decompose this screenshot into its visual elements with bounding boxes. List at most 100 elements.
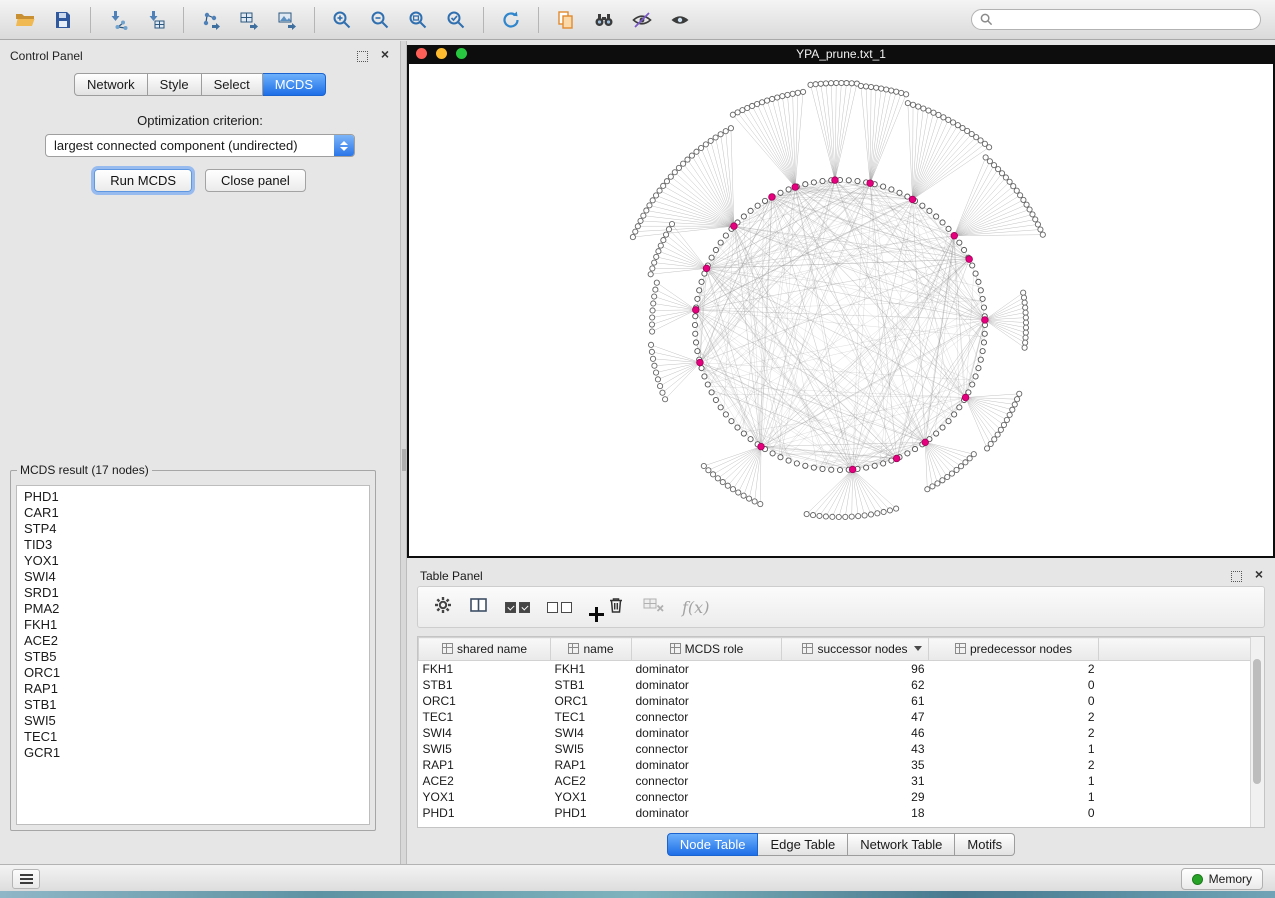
table-cell[interactable]: 61 bbox=[782, 693, 929, 709]
export-network-button[interactable] bbox=[192, 4, 230, 36]
zoom-fit-button[interactable] bbox=[399, 4, 437, 36]
annotation-mode-button[interactable] bbox=[623, 4, 661, 36]
table-cell[interactable]: 1 bbox=[929, 741, 1099, 757]
table-row[interactable]: ORC1ORC1dominator610 bbox=[419, 693, 1253, 709]
table-cell[interactable]: connector bbox=[632, 773, 782, 789]
mcds-result-item[interactable]: GCR1 bbox=[24, 745, 369, 761]
status-menu-button[interactable] bbox=[12, 869, 40, 889]
table-row[interactable]: SWI4SWI4dominator462 bbox=[419, 725, 1253, 741]
table-cell[interactable]: SWI4 bbox=[419, 725, 551, 741]
table-cell[interactable]: dominator bbox=[632, 757, 782, 773]
mcds-result-item[interactable]: STB5 bbox=[24, 649, 369, 665]
save-session-button[interactable] bbox=[44, 4, 82, 36]
table-cell[interactable]: connector bbox=[632, 789, 782, 805]
table-cell[interactable]: connector bbox=[632, 709, 782, 725]
export-image-button[interactable] bbox=[268, 4, 306, 36]
table-cell[interactable]: YOX1 bbox=[419, 789, 551, 805]
table-cell[interactable]: RAP1 bbox=[551, 757, 632, 773]
close-mcds-panel-button[interactable]: Close panel bbox=[205, 169, 306, 192]
divider-grip-icon[interactable] bbox=[402, 449, 406, 471]
memory-button[interactable]: Memory bbox=[1181, 868, 1263, 890]
table-cell[interactable]: PHD1 bbox=[551, 805, 632, 821]
table-scrollbar[interactable] bbox=[1250, 637, 1264, 827]
tab-node-table[interactable]: Node Table bbox=[667, 833, 759, 856]
show-hide-button[interactable] bbox=[661, 4, 699, 36]
table-cell[interactable]: SWI5 bbox=[551, 741, 632, 757]
tab-edge-table[interactable]: Edge Table bbox=[758, 833, 848, 856]
table-cell[interactable]: 2 bbox=[929, 757, 1099, 773]
table-cell[interactable]: PHD1 bbox=[419, 805, 551, 821]
mcds-result-item[interactable]: SWI5 bbox=[24, 713, 369, 729]
export-table-button[interactable] bbox=[230, 4, 268, 36]
table-cell[interactable]: dominator bbox=[632, 661, 782, 678]
table-cell[interactable]: connector bbox=[632, 741, 782, 757]
select-all-rows-button[interactable] bbox=[505, 602, 530, 613]
table-cell[interactable]: TEC1 bbox=[551, 709, 632, 725]
table-cell[interactable]: 0 bbox=[929, 677, 1099, 693]
sort-descending-icon[interactable] bbox=[914, 646, 922, 651]
table-cell[interactable]: 43 bbox=[782, 741, 929, 757]
tab-style[interactable]: Style bbox=[148, 73, 202, 96]
import-network-button[interactable] bbox=[99, 4, 137, 36]
mcds-result-list[interactable]: PHD1CAR1STP4TID3YOX1SWI4SRD1PMA2FKH1ACE2… bbox=[16, 485, 370, 825]
refresh-view-button[interactable] bbox=[492, 4, 530, 36]
tab-select[interactable]: Select bbox=[202, 73, 263, 96]
scrollbar-thumb[interactable] bbox=[1253, 659, 1261, 784]
table-cell[interactable]: 47 bbox=[782, 709, 929, 725]
table-cell[interactable]: 29 bbox=[782, 789, 929, 805]
table-cell[interactable]: 31 bbox=[782, 773, 929, 789]
table-cell[interactable]: YOX1 bbox=[551, 789, 632, 805]
column-header-name[interactable]: name bbox=[551, 638, 632, 661]
table-cell[interactable]: 1 bbox=[929, 789, 1099, 805]
delete-column-button[interactable] bbox=[606, 595, 626, 620]
table-cell[interactable]: ACE2 bbox=[551, 773, 632, 789]
table-row[interactable]: YOX1YOX1connector291 bbox=[419, 789, 1253, 805]
table-cell[interactable]: STB1 bbox=[419, 677, 551, 693]
table-cell[interactable]: dominator bbox=[632, 725, 782, 741]
mcds-result-item[interactable]: TEC1 bbox=[24, 729, 369, 745]
mcds-result-item[interactable]: TID3 bbox=[24, 537, 369, 553]
tab-network-table[interactable]: Network Table bbox=[848, 833, 955, 856]
table-cell[interactable]: 62 bbox=[782, 677, 929, 693]
mcds-result-item[interactable]: PHD1 bbox=[24, 489, 369, 505]
deselect-all-rows-button[interactable] bbox=[547, 602, 572, 613]
mcds-result-item[interactable]: RAP1 bbox=[24, 681, 369, 697]
table-cell[interactable]: ORC1 bbox=[551, 693, 632, 709]
network-graph[interactable] bbox=[409, 64, 1273, 556]
table-cell[interactable]: FKH1 bbox=[551, 661, 632, 678]
table-cell[interactable]: 2 bbox=[929, 725, 1099, 741]
tab-network[interactable]: Network bbox=[74, 73, 148, 96]
mcds-result-item[interactable]: SRD1 bbox=[24, 585, 369, 601]
function-builder-button[interactable]: f(x) bbox=[682, 598, 709, 617]
table-cell[interactable]: RAP1 bbox=[419, 757, 551, 773]
network-canvas[interactable] bbox=[409, 64, 1273, 556]
table-row[interactable]: PHD1PHD1dominator180 bbox=[419, 805, 1253, 821]
table-cell[interactable]: 0 bbox=[929, 693, 1099, 709]
table-cell[interactable]: 18 bbox=[782, 805, 929, 821]
table-row[interactable]: RAP1RAP1dominator352 bbox=[419, 757, 1253, 773]
table-cell[interactable]: dominator bbox=[632, 805, 782, 821]
mcds-result-item[interactable]: ACE2 bbox=[24, 633, 369, 649]
table-cell[interactable]: ACE2 bbox=[419, 773, 551, 789]
tab-mcds[interactable]: MCDS bbox=[263, 73, 326, 96]
criterion-dropdown[interactable]: largest connected component (undirected) bbox=[45, 134, 355, 157]
table-cell[interactable]: ORC1 bbox=[419, 693, 551, 709]
table-row[interactable]: STB1STB1dominator620 bbox=[419, 677, 1253, 693]
tab-motifs[interactable]: Motifs bbox=[955, 833, 1015, 856]
search-input[interactable] bbox=[998, 12, 1252, 28]
table-cell[interactable]: SWI4 bbox=[551, 725, 632, 741]
delete-table-button[interactable] bbox=[643, 596, 665, 619]
table-cell[interactable]: 0 bbox=[929, 805, 1099, 821]
float-table-panel-icon[interactable] bbox=[1231, 571, 1242, 582]
column-header-mcds-role[interactable]: MCDS role bbox=[632, 638, 782, 661]
table-cell[interactable]: dominator bbox=[632, 677, 782, 693]
show-columns-button[interactable] bbox=[469, 596, 488, 619]
network-window-titlebar[interactable]: YPA_prune.txt_1 bbox=[407, 45, 1275, 62]
mcds-result-item[interactable]: ORC1 bbox=[24, 665, 369, 681]
mcds-result-item[interactable]: YOX1 bbox=[24, 553, 369, 569]
zoom-out-button[interactable] bbox=[361, 4, 399, 36]
table-cell[interactable]: TEC1 bbox=[419, 709, 551, 725]
table-cell[interactable]: 2 bbox=[929, 709, 1099, 725]
table-row[interactable]: TEC1TEC1connector472 bbox=[419, 709, 1253, 725]
table-row[interactable]: FKH1FKH1dominator962 bbox=[419, 661, 1253, 678]
